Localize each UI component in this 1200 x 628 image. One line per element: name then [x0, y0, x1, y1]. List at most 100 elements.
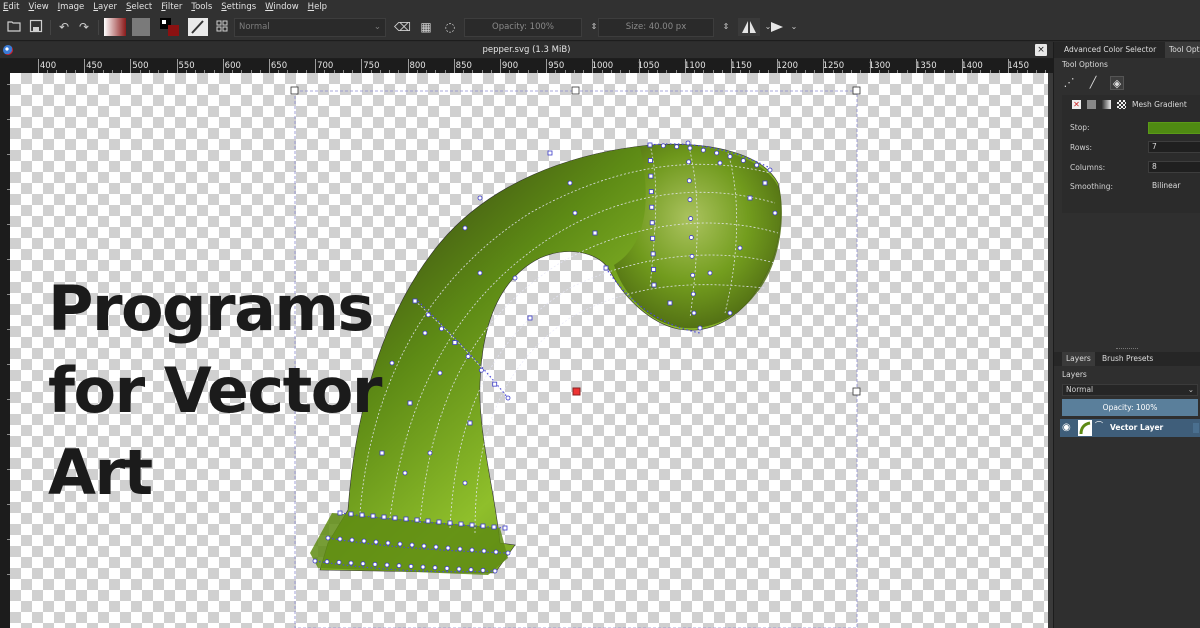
mesh-control-node[interactable]: [372, 561, 378, 567]
layer-row[interactable]: ◉ ⌒ Vector Layer: [1060, 419, 1200, 437]
blend-mode-select[interactable]: Normal ⌄: [234, 18, 386, 37]
stop-color-field[interactable]: [1148, 122, 1200, 134]
mesh-control-node[interactable]: [572, 210, 578, 216]
mesh-control-node[interactable]: [649, 204, 655, 210]
redo-icon[interactable]: ↷: [76, 19, 92, 35]
brush-preset-icon[interactable]: [188, 18, 208, 36]
fill-bucket-icon[interactable]: ◈: [1110, 76, 1124, 90]
mesh-control-node[interactable]: [512, 275, 518, 281]
mesh-control-node[interactable]: [312, 558, 318, 564]
mirror-vertical-icon[interactable]: [768, 18, 786, 36]
mesh-control-node[interactable]: [505, 550, 511, 556]
menu-edit[interactable]: Edit: [3, 2, 19, 12]
mesh-control-node[interactable]: [444, 565, 450, 571]
mesh-control-node[interactable]: [452, 340, 458, 345]
mesh-control-node[interactable]: [491, 524, 497, 530]
mesh-control-node[interactable]: [477, 270, 483, 276]
mesh-control-node[interactable]: [737, 245, 743, 251]
mesh-control-node[interactable]: [707, 270, 713, 276]
mesh-control-node[interactable]: [447, 520, 453, 526]
alpha-lock-icon[interactable]: ▦: [418, 19, 434, 35]
size-slider[interactable]: Size: 40.00 px: [598, 18, 714, 37]
mesh-control-node[interactable]: [397, 541, 403, 547]
mesh-control-node[interactable]: [651, 267, 656, 272]
mesh-control-node[interactable]: [767, 167, 773, 173]
mesh-control-node[interactable]: [747, 195, 753, 201]
mesh-control-node[interactable]: [407, 400, 413, 406]
mesh-control-node[interactable]: [567, 180, 573, 186]
rows-input[interactable]: 7: [1148, 141, 1200, 153]
gradient-swatch[interactable]: [104, 18, 126, 36]
mesh-control-node[interactable]: [433, 544, 439, 550]
mesh-control-node[interactable]: [349, 537, 355, 543]
mesh-control-node[interactable]: [436, 519, 442, 525]
mesh-control-node[interactable]: [373, 539, 379, 545]
mesh-control-node[interactable]: [412, 298, 418, 304]
mesh-control-node[interactable]: [689, 253, 695, 259]
mesh-control-node[interactable]: [603, 265, 609, 271]
mesh-gradient-icon[interactable]: [1117, 100, 1126, 109]
eye-icon[interactable]: ◉: [1062, 422, 1071, 433]
menu-help[interactable]: Help: [308, 2, 327, 12]
mesh-control-node[interactable]: [686, 159, 692, 165]
mesh-control-node[interactable]: [648, 173, 654, 179]
mesh-control-node[interactable]: [468, 567, 474, 573]
mesh-control-node[interactable]: [427, 450, 433, 456]
transform-handle[interactable]: [852, 387, 861, 396]
mesh-control-node[interactable]: [592, 230, 598, 236]
mesh-control-node[interactable]: [502, 525, 508, 531]
mesh-control-node[interactable]: [754, 162, 760, 168]
mesh-control-node[interactable]: [477, 195, 483, 201]
tab-advanced-color-selector[interactable]: Advanced Color Selector: [1060, 42, 1160, 58]
mesh-control-node[interactable]: [462, 480, 468, 486]
mesh-control-node[interactable]: [422, 330, 428, 336]
layer-blend-mode-select[interactable]: Normal ⌄: [1062, 384, 1198, 396]
mesh-control-node[interactable]: [717, 160, 723, 166]
mesh-control-node[interactable]: [408, 563, 414, 569]
mesh-control-node[interactable]: [492, 568, 498, 574]
mesh-control-node[interactable]: [686, 178, 692, 184]
mesh-control-node[interactable]: [469, 547, 475, 553]
mesh-control-node[interactable]: [409, 542, 415, 548]
mesh-control-node[interactable]: [649, 220, 655, 226]
menu-filter[interactable]: Filter: [161, 2, 182, 12]
opacity-slider[interactable]: Opacity: 100%: [464, 18, 582, 37]
menu-image[interactable]: Image: [58, 2, 85, 12]
mesh-control-node[interactable]: [420, 564, 426, 570]
eraser-icon[interactable]: ⌫: [394, 19, 411, 35]
mesh-control-node[interactable]: [384, 562, 390, 568]
mesh-control-node[interactable]: [361, 538, 367, 544]
mesh-control-node[interactable]: [527, 315, 533, 321]
mesh-control-node[interactable]: [690, 272, 696, 278]
mesh-control-node[interactable]: [458, 521, 464, 527]
mesh-control-node[interactable]: [727, 154, 733, 159]
mesh-control-node[interactable]: [648, 158, 653, 163]
save-icon[interactable]: [28, 19, 44, 35]
transform-handle[interactable]: [290, 86, 299, 95]
mirror-horizontal-icon[interactable]: [738, 18, 760, 36]
mesh-control-node[interactable]: [651, 282, 657, 288]
mesh-control-node[interactable]: [360, 561, 366, 567]
mesh-control-node[interactable]: [456, 566, 462, 572]
mesh-control-node[interactable]: [481, 548, 487, 554]
columns-input[interactable]: 8: [1148, 161, 1200, 173]
layer-properties-icon[interactable]: [1193, 423, 1199, 433]
mesh-control-node[interactable]: [462, 225, 468, 231]
transform-handle[interactable]: [852, 86, 861, 95]
mesh-control-node[interactable]: [385, 540, 391, 546]
mesh-control-node[interactable]: [687, 197, 693, 203]
mesh-control-node[interactable]: [337, 536, 343, 542]
selection-mode-icon[interactable]: ⋰: [1062, 76, 1076, 90]
mesh-control-node[interactable]: [690, 291, 696, 297]
tab-layers[interactable]: Layers: [1062, 352, 1095, 366]
mesh-control-node[interactable]: [469, 522, 475, 528]
mesh-control-node[interactable]: [414, 517, 420, 523]
tab-tool-options[interactable]: Tool Opti: [1165, 42, 1200, 58]
mesh-control-node[interactable]: [688, 216, 694, 221]
mesh-control-node[interactable]: [727, 310, 733, 316]
mesh-control-node[interactable]: [648, 189, 654, 195]
pattern-swatch[interactable]: [132, 18, 150, 36]
size-stepper[interactable]: ⇕: [718, 19, 734, 35]
menu-select[interactable]: Select: [126, 2, 152, 12]
rotation-center-handle[interactable]: [572, 387, 581, 396]
